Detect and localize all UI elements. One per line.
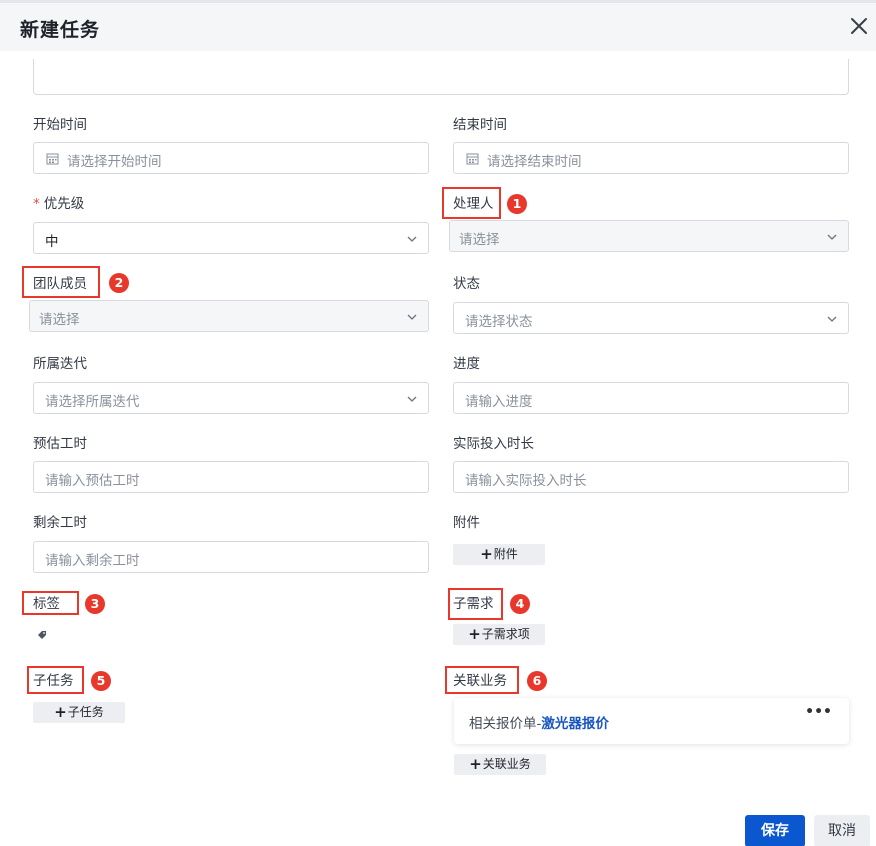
- progress-input[interactable]: 请输入进度: [453, 382, 849, 414]
- remaining-hours-placeholder: 请输入剩余工时: [45, 553, 140, 569]
- description-textarea[interactable]: [33, 59, 849, 95]
- team-members-select[interactable]: 请选择: [29, 300, 429, 332]
- priority-value: 中: [45, 234, 59, 250]
- annotation-box-6: [445, 666, 519, 694]
- annotation-box-5: [27, 666, 84, 694]
- assignee-placeholder: 请选择: [459, 232, 500, 248]
- add-related-business-button[interactable]: +关联业务: [454, 754, 546, 775]
- assignee-select[interactable]: 请选择: [449, 220, 849, 252]
- start-time-label: 开始时间: [33, 117, 87, 133]
- save-button[interactable]: 保存: [745, 815, 805, 846]
- status-label: 状态: [453, 276, 480, 292]
- start-time-picker[interactable]: 请选择开始时间: [33, 142, 429, 174]
- status-placeholder: 请选择状态: [465, 314, 533, 330]
- start-time-placeholder: 请选择开始时间: [67, 154, 162, 170]
- annotation-badge-1: 1: [507, 194, 527, 214]
- annotation-badge-2: 2: [109, 273, 129, 293]
- plus-icon: +: [54, 703, 67, 721]
- progress-placeholder: 请输入进度: [465, 394, 533, 410]
- priority-select[interactable]: 中: [33, 222, 429, 254]
- cancel-button[interactable]: 取消: [814, 815, 870, 846]
- chevron-down-icon: [407, 236, 417, 242]
- iteration-select[interactable]: 请选择所属迭代: [33, 382, 429, 414]
- progress-label: 进度: [453, 356, 480, 372]
- annotation-badge-5: 5: [91, 671, 111, 691]
- chevron-down-icon: [827, 316, 837, 322]
- add-sub-task-label: 子任务: [67, 705, 104, 719]
- calendar-icon: [46, 153, 59, 165]
- annotation-box-2: [22, 266, 100, 298]
- actual-hours-input[interactable]: 请输入实际投入时长: [453, 461, 849, 493]
- annotation-box-1: [442, 187, 501, 219]
- dialog-title: 新建任务: [20, 19, 101, 41]
- more-options-icon[interactable]: •••: [805, 704, 832, 720]
- estimated-hours-placeholder: 请输入预估工时: [45, 473, 140, 489]
- tag-icon[interactable]: [37, 630, 47, 640]
- add-attachment-label: 附件: [493, 547, 518, 561]
- plus-icon: +: [480, 545, 493, 563]
- attachments-label: 附件: [453, 515, 480, 531]
- end-time-label: 结束时间: [453, 117, 507, 133]
- estimated-hours-label: 预估工时: [33, 436, 87, 452]
- annotation-badge-4: 4: [510, 594, 530, 614]
- annotation-box-3: [22, 591, 79, 615]
- team-members-placeholder: 请选择: [39, 312, 80, 328]
- priority-label: * 优先级: [33, 195, 84, 213]
- related-business-card: 相关报价单-激光器报价 •••: [454, 698, 849, 744]
- annotation-badge-6: 6: [527, 671, 547, 691]
- remaining-hours-label: 剩余工时: [33, 515, 87, 531]
- end-time-picker[interactable]: 请选择结束时间: [453, 142, 849, 174]
- estimated-hours-input[interactable]: 请输入预估工时: [33, 461, 429, 493]
- iteration-placeholder: 请选择所属迭代: [45, 394, 140, 410]
- add-sub-requirement-button[interactable]: +子需求项: [453, 624, 545, 645]
- close-icon[interactable]: [846, 13, 872, 39]
- add-sub-requirement-label: 子需求项: [481, 627, 530, 641]
- end-time-placeholder: 请选择结束时间: [487, 154, 582, 170]
- actual-hours-placeholder: 请输入实际投入时长: [465, 473, 587, 489]
- iteration-label: 所属迭代: [33, 356, 87, 372]
- related-business-link[interactable]: 激光器报价: [541, 716, 609, 732]
- calendar-icon: [466, 153, 479, 165]
- annotation-box-4: [448, 588, 503, 620]
- plus-icon: +: [469, 755, 482, 773]
- related-business-item: 相关报价单-激光器报价: [469, 712, 609, 732]
- add-sub-task-button[interactable]: +子任务: [33, 702, 125, 723]
- add-related-business-label: 关联业务: [482, 757, 531, 771]
- required-mark: *: [33, 196, 40, 212]
- new-task-dialog: 新建任务 开始时间 请选择开始时间 结束时间 请选择结束时间 * 优先级 中 处理…: [0, 0, 876, 846]
- status-select[interactable]: 请选择状态: [453, 302, 849, 334]
- priority-label-text: 优先级: [43, 196, 85, 212]
- plus-icon: +: [468, 625, 481, 643]
- chevron-down-icon: [407, 396, 417, 402]
- related-business-prefix: 相关报价单-: [469, 716, 542, 732]
- add-attachment-button[interactable]: +附件: [453, 544, 545, 565]
- actual-hours-label: 实际投入时长: [453, 436, 534, 452]
- remaining-hours-input[interactable]: 请输入剩余工时: [33, 541, 429, 573]
- dialog-header: 新建任务: [0, 3, 876, 51]
- annotation-badge-3: 3: [85, 594, 105, 614]
- chevron-down-icon: [827, 234, 837, 240]
- chevron-down-icon: [407, 314, 417, 320]
